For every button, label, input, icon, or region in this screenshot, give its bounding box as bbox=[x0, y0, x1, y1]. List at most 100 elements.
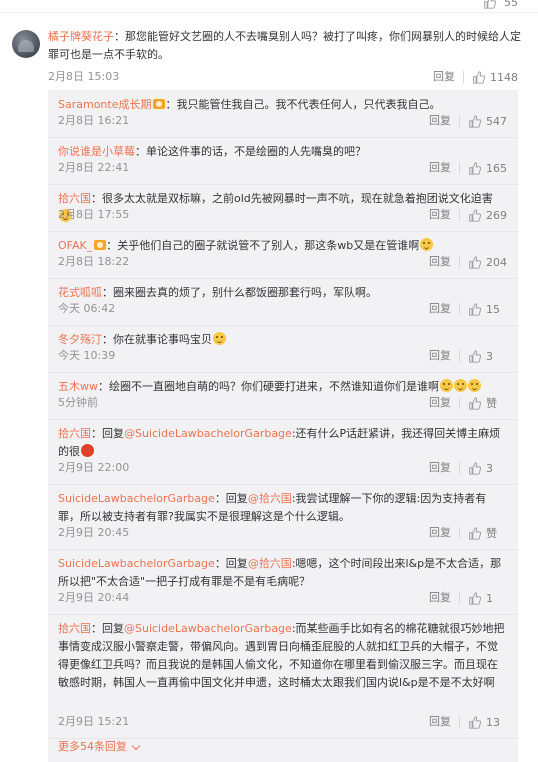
like-count: 3 bbox=[486, 461, 493, 475]
thumbs-up-icon[interactable] bbox=[468, 461, 481, 475]
thumbs-up-icon[interactable] bbox=[468, 715, 481, 729]
reply-item: Saramonte成长期 ：我只能管住我自己。我不代表任何人，只代表我自己。 2月8… bbox=[48, 90, 518, 138]
thumbs-up-icon[interactable] bbox=[468, 396, 481, 410]
username-link[interactable]: 五木ww bbox=[58, 380, 98, 393]
reply-button[interactable]: 回复 bbox=[429, 159, 451, 177]
timestamp: 2月8日 15:03 bbox=[48, 70, 120, 83]
avatar[interactable] bbox=[12, 30, 40, 58]
reply-body: ：单论这件事的话，不是绘圈的人先嘴臭的吧？ bbox=[135, 145, 366, 158]
chevron-down-icon bbox=[131, 741, 141, 750]
emoji-icon bbox=[81, 444, 94, 457]
timestamp: 2月8日 16:21 bbox=[58, 114, 130, 127]
thumbs-up-icon[interactable] bbox=[472, 70, 485, 84]
reply-actions: 回复 547 bbox=[429, 112, 508, 130]
mention-link[interactable]: @SuicideLawbachelorGarbage bbox=[124, 622, 292, 635]
reply-item: 你说谁是小草莓：单论这件事的话，不是绘圈的人先嘴臭的吧？ 2月8日 22:41 回复… bbox=[48, 137, 518, 185]
reply-actions: 回复 赞 bbox=[429, 394, 508, 412]
reply-button[interactable]: 回复 bbox=[429, 253, 451, 271]
thumbs-up-icon[interactable] bbox=[468, 302, 481, 316]
reply-button[interactable]: 回复 bbox=[429, 589, 451, 607]
username-link[interactable]: OFAK_ bbox=[58, 239, 92, 252]
reply-prefix: ：回复 bbox=[214, 557, 248, 570]
username-link[interactable]: 拾六国 bbox=[58, 192, 91, 205]
thumbs-up-icon[interactable] bbox=[483, 0, 496, 9]
reply-actions: 回复 3 bbox=[429, 459, 508, 477]
like-count: 204 bbox=[486, 255, 507, 269]
reply-meta: 2月9日 20:45 回复 赞 bbox=[58, 524, 508, 542]
timestamp: 2月9日 20:45 bbox=[58, 526, 130, 539]
reply-item: 五木ww：绘圈不一直圈地自萌的吗？你们硬要打进来，不然谁知道你们是谁啊 5分钟前 回… bbox=[48, 372, 518, 420]
reply-item: SuicideLawbachelorGarbage：回复@拾六国:嗯嗯，这个时间… bbox=[48, 549, 518, 615]
username-link[interactable]: 拾六国 bbox=[58, 622, 91, 635]
emoji-icon bbox=[440, 379, 453, 392]
reply-meta: 2月8日 18:22 回复 204 bbox=[58, 253, 508, 271]
thumbs-up-icon[interactable] bbox=[468, 526, 481, 540]
reply-button[interactable]: 回复 bbox=[429, 524, 451, 542]
mention-link[interactable]: @SuicideLawbachelorGarbage bbox=[124, 427, 292, 440]
reply-button[interactable]: 回复 bbox=[429, 347, 451, 365]
username-link[interactable]: 拾六国 bbox=[58, 427, 91, 440]
reply-button[interactable]: 回复 bbox=[429, 300, 451, 318]
thumbs-up-icon[interactable] bbox=[468, 208, 481, 222]
reply-body: ：关乎他们自己的圈子就说管不了别人，那这条wb又是在管谁啊 bbox=[106, 239, 420, 252]
reply-button[interactable]: 回复 bbox=[429, 394, 451, 412]
username-link[interactable]: 冬夕殇汀 bbox=[58, 333, 102, 346]
reply-button[interactable]: 回复 bbox=[433, 68, 455, 86]
reply-item: 拾六国：很多太太就是双标嘛，之前old先被网暴时一声不吭，现在就急着抱团说文化迫… bbox=[48, 184, 518, 232]
divider bbox=[459, 303, 460, 315]
timestamp: 2月9日 20:44 bbox=[58, 591, 130, 604]
divider bbox=[459, 209, 460, 221]
vip-badge-icon bbox=[153, 99, 166, 109]
reply-item: OFAK_ ：关乎他们自己的圈子就说管不了别人，那这条wb又是在管谁啊 2月8日 1… bbox=[48, 231, 518, 279]
username-link[interactable]: SuicideLawbachelorGarbage bbox=[58, 492, 215, 505]
timestamp: 今天 10:39 bbox=[58, 349, 116, 362]
divider bbox=[459, 527, 460, 539]
main-comment: 橘子牌葵花子：那您能管好文艺圈的人不去嘴臭别人吗？被打了叫疼，你们网暴别人的时候… bbox=[0, 14, 538, 90]
reply-item: 花式呱呱：圈来圈去真的烦了，别什么都饭圈那套行吗，军队啊。 今天 06:42 回复 1… bbox=[48, 278, 518, 326]
like-count: 547 bbox=[486, 114, 507, 128]
reply-actions: 回复 3 bbox=[429, 347, 508, 365]
thumbs-up-icon[interactable] bbox=[468, 114, 481, 128]
reply-actions: 回复 15 bbox=[429, 300, 508, 318]
username-link[interactable]: 橘子牌葵花子 bbox=[48, 30, 114, 43]
reply-actions: 回复 1 bbox=[429, 589, 508, 607]
thumbs-up-icon[interactable] bbox=[468, 255, 481, 269]
emoji-icon bbox=[468, 379, 481, 392]
reply-meta: 今天 10:39 回复 3 bbox=[58, 347, 508, 365]
emoji-icon bbox=[454, 379, 467, 392]
username-link[interactable]: 你说谁是小草莓 bbox=[58, 145, 135, 158]
comment-meta: 2月8日 15:03 回复 1148 bbox=[48, 68, 528, 86]
timestamp: 2月9日 15:21 bbox=[58, 715, 130, 728]
reply-actions: 回复 13 bbox=[429, 713, 508, 731]
reply-button[interactable]: 回复 bbox=[429, 459, 451, 477]
timestamp: 2月8日 17:55 bbox=[58, 208, 130, 221]
username-link[interactable]: SuicideLawbachelorGarbage bbox=[58, 557, 215, 570]
more-replies-link[interactable]: 更多54条回复 bbox=[58, 738, 141, 756]
reply-button[interactable]: 回复 bbox=[429, 713, 451, 731]
reply-button[interactable]: 回复 bbox=[429, 112, 451, 130]
divider bbox=[459, 462, 460, 474]
thumbs-up-icon[interactable] bbox=[468, 349, 481, 363]
divider bbox=[459, 592, 460, 604]
more-replies-label: 更多54条回复 bbox=[58, 740, 127, 753]
mention-link[interactable]: @拾六国 bbox=[248, 492, 292, 505]
username-link[interactable]: Saramonte成长期 bbox=[58, 98, 151, 111]
thumbs-up-icon[interactable] bbox=[468, 591, 481, 605]
reply-meta: 2月8日 22:41 回复 165 bbox=[58, 159, 508, 177]
timestamp: 今天 06:42 bbox=[58, 302, 116, 315]
username-link[interactable]: 花式呱呱 bbox=[58, 286, 102, 299]
reply-meta: 2月9日 15:21 回复 13 bbox=[58, 713, 508, 731]
reply-prefix: ：回复 bbox=[91, 427, 124, 440]
comment-body: ：那您能管好文艺圈的人不去嘴臭别人吗？被打了叫疼，你们网暴别人的时候给人定罪可也… bbox=[48, 30, 521, 61]
like-count: 赞 bbox=[486, 397, 497, 410]
like-count: 269 bbox=[486, 208, 507, 222]
like-count: 1148 bbox=[490, 70, 518, 84]
thumbs-up-icon[interactable] bbox=[468, 161, 481, 175]
timestamp: 2月8日 22:41 bbox=[58, 161, 130, 174]
reply-button[interactable]: 回复 bbox=[429, 206, 451, 224]
mention-link[interactable]: @拾六国 bbox=[248, 557, 292, 570]
reply-item: SuicideLawbachelorGarbage：回复@拾六国:我尝试理解一下… bbox=[48, 484, 518, 550]
reply-item: 拾六国：回复@SuicideLawbachelorGarbage:而某些画手比如… bbox=[48, 614, 518, 739]
reply-item: 拾六国：回复@SuicideLawbachelorGarbage:还有什么P话赶… bbox=[48, 419, 518, 485]
reply-item: 冬夕殇汀：你在就事论事吗宝贝 今天 10:39 回复 3 bbox=[48, 325, 518, 373]
